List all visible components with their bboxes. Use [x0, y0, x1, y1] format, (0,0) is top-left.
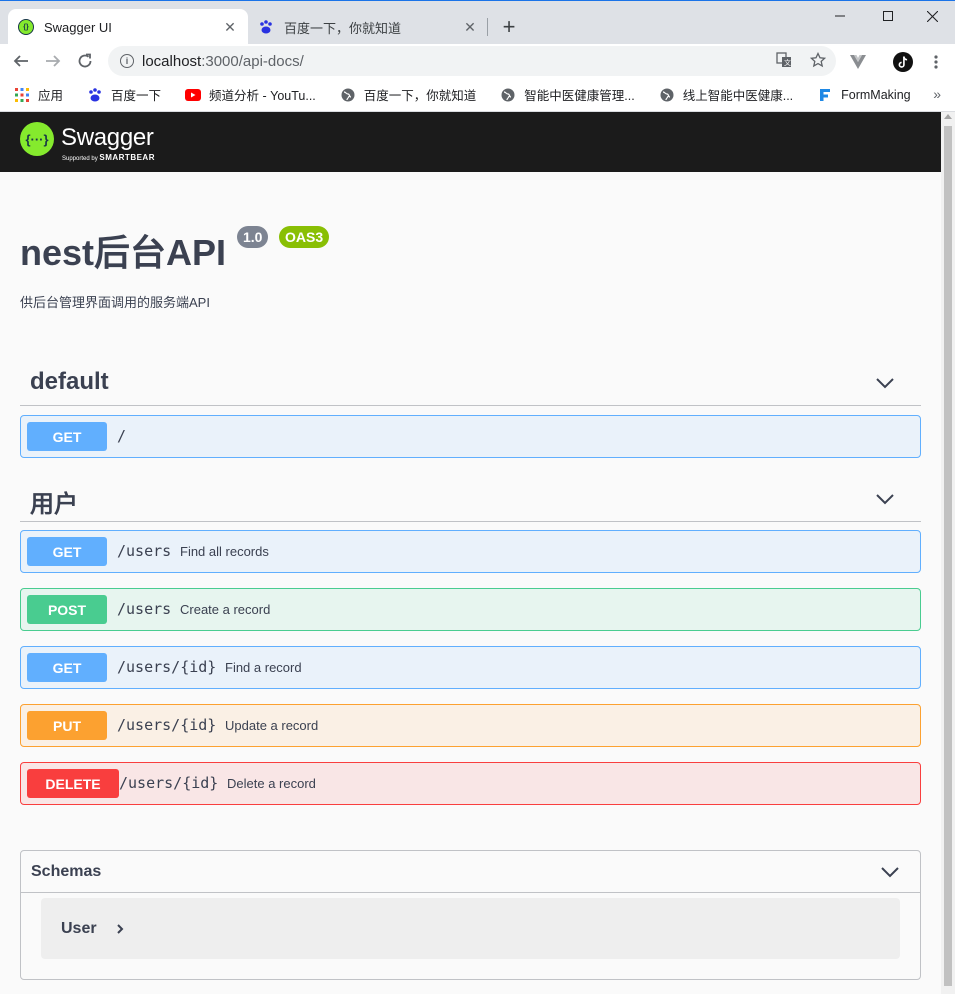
apps-grid-icon — [14, 87, 30, 103]
bookmark-apps[interactable]: 应用 — [14, 85, 63, 104]
operation-summary: Find all records — [180, 544, 269, 559]
chevron-double-right-icon[interactable]: » — [933, 86, 941, 102]
maximize-button[interactable] — [865, 1, 911, 31]
tab-swagger-ui[interactable]: {} Swagger UI ✕ — [8, 9, 248, 45]
bookmark-label: 百度一下 — [111, 89, 162, 103]
menu-kebab-icon[interactable] — [926, 52, 946, 72]
address-bar[interactable]: i localhost:3000/api-docs/ 文 — [108, 46, 836, 76]
baidu-paw-icon — [258, 19, 274, 35]
version-badge: 1.0 — [237, 226, 269, 248]
svg-text:文: 文 — [784, 58, 791, 67]
chevron-right-icon[interactable] — [115, 922, 125, 936]
bookmark-youtube[interactable]: 频道分析 - YouTu... — [185, 85, 316, 104]
method-badge: GET — [27, 422, 107, 451]
operation-put-user-by-id[interactable]: PUT /users/{id} Update a record — [20, 704, 921, 747]
bookmark-label: 应用 — [38, 89, 64, 103]
section-default-header[interactable]: default — [20, 362, 921, 406]
operation-summary: Find a record — [225, 660, 302, 675]
swagger-logo-icon[interactable]: {···} — [20, 122, 54, 156]
tab-title: Swagger UI — [44, 19, 112, 35]
address-host: localhost — [142, 52, 202, 70]
method-badge: PUT — [27, 711, 107, 740]
bookmark-label: 频道分析 - YouTu... — [209, 89, 316, 103]
operation-summary: Delete a record — [227, 776, 316, 791]
section-users-header[interactable]: 用户 — [20, 478, 921, 522]
back-button[interactable] — [8, 48, 34, 74]
info-icon[interactable]: i — [120, 54, 134, 68]
swagger-page: {···} Swagger Supported by SMARTBEAR nes… — [0, 112, 941, 994]
method-badge: GET — [27, 537, 107, 566]
chevron-down-icon[interactable] — [875, 492, 895, 506]
tiktok-icon[interactable] — [893, 52, 913, 72]
swagger-logo-text[interactable]: Swagger — [61, 124, 154, 152]
bookmarks-bar: 应用 百度一下 频道分析 - YouTu... 百度一下，你就知道 智能中医健康… — [0, 78, 955, 112]
tab-title: 百度一下，你就知道 — [284, 20, 402, 36]
api-title: nest后台API — [20, 232, 227, 273]
bookmark-formmaking[interactable]: FormMaking — [817, 87, 911, 103]
bookmark-tcm-1[interactable]: 智能中医健康管理... — [500, 85, 635, 104]
reload-button[interactable] — [72, 48, 98, 74]
method-badge: POST — [27, 595, 107, 624]
bookmark-baidu-home[interactable]: 百度一下，你就知道 — [340, 85, 477, 104]
operation-get-user-by-id[interactable]: GET /users/{id} Find a record — [20, 646, 921, 689]
schemas-title: Schemas — [31, 863, 102, 880]
operation-path: / — [117, 427, 127, 445]
bookmark-tcm-2[interactable]: 线上智能中医健康... — [659, 85, 793, 104]
globe-icon — [659, 87, 675, 103]
scroll-up-arrow-icon[interactable] — [944, 114, 952, 119]
tab-baidu[interactable]: 百度一下，你就知道 ✕ — [248, 9, 488, 45]
browser-toolbar: i localhost:3000/api-docs/ 文 — [0, 44, 955, 78]
api-description: 供后台管理界面调用的服务端API — [20, 295, 210, 310]
schemas-header[interactable]: Schemas — [21, 851, 920, 893]
formmaking-icon — [817, 87, 833, 103]
globe-icon — [500, 87, 516, 103]
bookmark-label: FormMaking — [841, 87, 911, 102]
bookmark-label: 智能中医健康管理... — [524, 89, 635, 103]
tab-separator — [487, 18, 488, 36]
method-badge: DELETE — [27, 769, 119, 798]
youtube-icon — [185, 87, 202, 103]
chevron-down-icon[interactable] — [880, 865, 900, 879]
schema-name: User — [61, 920, 97, 937]
oas-badge: OAS3 — [279, 226, 330, 248]
operation-path: /users/{id} — [117, 716, 217, 734]
operation-summary: Update a record — [225, 718, 319, 733]
bookmark-label: 线上智能中医健康... — [682, 89, 794, 103]
bookmark-baidu[interactable]: 百度一下 — [87, 85, 161, 104]
section-title: 用户 — [30, 491, 78, 518]
scrollbar-thumb[interactable] — [944, 126, 952, 986]
swagger-logo-subtitle: Supported by SMARTBEAR — [62, 153, 155, 162]
swagger-topbar: {···} Swagger Supported by SMARTBEAR — [0, 112, 941, 172]
translate-icon[interactable]: 文 — [776, 52, 792, 72]
minimize-button[interactable] — [817, 1, 863, 31]
chevron-down-icon[interactable] — [875, 376, 895, 390]
operation-get-root[interactable]: GET / — [20, 415, 921, 458]
operation-path: /users — [117, 542, 172, 560]
vue-devtools-icon[interactable] — [848, 52, 868, 72]
operation-summary: Create a record — [180, 602, 271, 617]
operation-delete-user-by-id[interactable]: DELETE /users/{id} Delete a record — [20, 762, 921, 805]
close-icon[interactable]: ✕ — [222, 19, 238, 35]
operation-get-users[interactable]: GET /users Find all records — [20, 530, 921, 573]
bookmark-star-icon[interactable] — [809, 51, 827, 72]
browser-tab-strip: {} Swagger UI ✕ 百度一下，你就知道 ✕ + — [0, 0, 955, 45]
globe-icon — [340, 87, 356, 103]
operation-path: /users/{id} — [119, 774, 219, 792]
schema-user[interactable]: User — [41, 898, 900, 959]
forward-button[interactable] — [40, 48, 66, 74]
schemas-panel: Schemas User — [20, 850, 921, 980]
operation-post-users[interactable]: POST /users Create a record — [20, 588, 921, 631]
address-path: :3000/api-docs/ — [201, 52, 304, 70]
new-tab-button[interactable]: + — [497, 14, 521, 39]
method-badge: GET — [27, 653, 107, 682]
operation-path: /users — [117, 600, 172, 618]
baidu-paw-icon — [87, 87, 103, 103]
close-icon[interactable]: ✕ — [462, 19, 478, 35]
swagger-favicon: {} — [18, 19, 34, 35]
operation-path: /users/{id} — [117, 658, 217, 676]
page-scrollbar[interactable] — [941, 112, 955, 994]
close-window-button[interactable] — [909, 1, 955, 31]
bookmark-label: 百度一下，你就知道 — [363, 89, 477, 103]
section-title: default — [30, 368, 109, 395]
